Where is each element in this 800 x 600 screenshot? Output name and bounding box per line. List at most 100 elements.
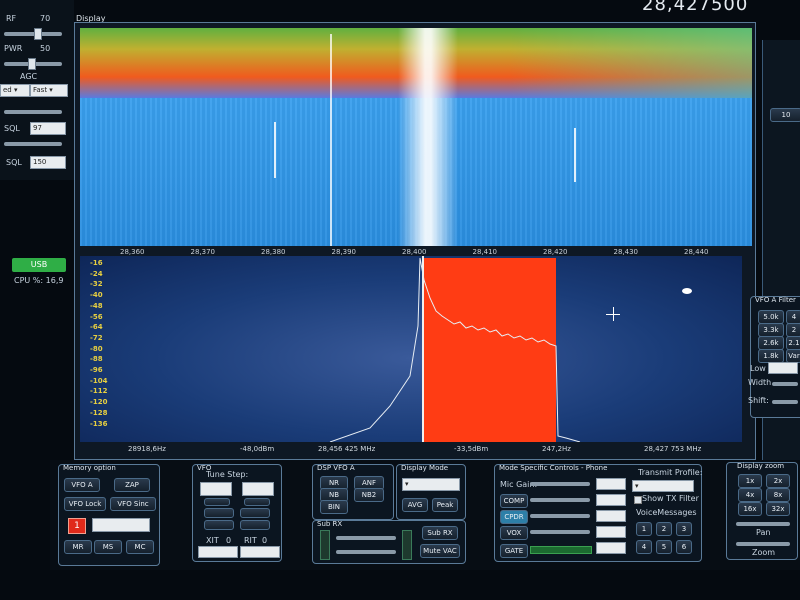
zoom-32x-button[interactable]: 32x [766, 502, 790, 516]
voice-message-4[interactable]: 4 [636, 540, 652, 554]
nb2-button[interactable]: NB2 [354, 488, 384, 502]
comp-slider[interactable] [530, 498, 590, 502]
sql2-input[interactable]: 150 [30, 156, 66, 169]
filter-button-5[interactable]: 2.1 [786, 336, 800, 350]
db-tick: -72 [90, 333, 103, 342]
mic-gain-input[interactable] [596, 478, 626, 490]
vox-slider[interactable] [530, 530, 590, 534]
agc-label: AGC [20, 72, 38, 81]
vfo-blank-button-4[interactable] [240, 520, 270, 530]
rf-value: 70 [40, 14, 51, 23]
waterfall-display[interactable] [80, 28, 752, 246]
zoom-2x-button[interactable]: 2x [766, 474, 790, 488]
filter-low-input[interactable] [768, 362, 798, 374]
status-dbm-2: -33,5dBm [454, 445, 489, 453]
tune-step-spin-2[interactable] [244, 498, 270, 506]
voice-message-2[interactable]: 2 [656, 522, 672, 536]
vfo-blank-button-1[interactable] [204, 508, 234, 518]
ms-button[interactable]: MS [94, 540, 122, 554]
memory-number-badge[interactable]: 1 [68, 518, 86, 534]
filter-shift-slider[interactable] [772, 400, 798, 404]
rf-slider[interactable] [4, 32, 62, 36]
zoom-1x-button[interactable]: 1x [738, 474, 762, 488]
db-tick: -112 [90, 387, 108, 396]
panadapter-display[interactable] [80, 256, 742, 442]
sub-rx-vertical-slider-1[interactable] [320, 530, 330, 560]
transmit-profile-label: Transmit Profile: [638, 468, 703, 477]
agc-mode-select[interactable]: ed ▾ [0, 84, 30, 97]
pan-slider[interactable] [736, 522, 790, 526]
cpdr-slider[interactable] [530, 514, 590, 518]
cpdr-button[interactable]: CPDR [500, 510, 528, 524]
tune-step-input-2[interactable] [242, 482, 274, 496]
agc-slider[interactable] [4, 110, 62, 114]
voice-message-5[interactable]: 5 [656, 540, 672, 554]
zoom-4x-button[interactable]: 4x [738, 488, 762, 502]
gate-meter [530, 546, 592, 554]
tune-step-spin-1[interactable] [204, 498, 230, 506]
mute-vac-button[interactable]: Mute VAC [420, 544, 460, 558]
sub-rx-vertical-slider-2[interactable] [402, 530, 412, 560]
pwr-slider-knob[interactable] [28, 58, 36, 70]
tune-step-input-1[interactable] [200, 482, 232, 496]
vox-input[interactable] [596, 526, 626, 538]
gate-button[interactable]: GATE [500, 544, 528, 558]
frequency-tick: 28,410 [472, 248, 498, 256]
cpdr-input[interactable] [596, 510, 626, 522]
memory-channel-input[interactable] [92, 518, 150, 532]
usb-mode-badge[interactable]: USB [12, 258, 66, 272]
rf-slider-knob[interactable] [34, 28, 42, 40]
sql1-input[interactable]: 97 [30, 122, 66, 135]
vfo-a-button[interactable]: VFO A [64, 478, 100, 492]
zoom-8x-button[interactable]: 8x [766, 488, 790, 502]
zap-button[interactable]: ZAP [114, 478, 150, 492]
voice-message-3[interactable]: 3 [676, 522, 692, 536]
zoom-label: Zoom [752, 548, 776, 557]
sub-rx-slider-1[interactable] [336, 536, 396, 540]
transmit-profile-select[interactable]: ▾ [632, 480, 694, 492]
pan-label: Pan [756, 528, 771, 537]
filter-shift-label: Shift: [748, 396, 769, 405]
sub-rx-slider-2[interactable] [336, 550, 396, 554]
peak-button[interactable]: Peak [432, 498, 458, 512]
comp-button[interactable]: COMP [500, 494, 528, 508]
agc-speed-select[interactable]: Fast ▾ [30, 84, 68, 97]
filter-button-7[interactable]: Var [786, 349, 800, 363]
show-tx-filter-checkbox[interactable] [634, 496, 642, 504]
vox-button[interactable]: VOX [500, 526, 528, 540]
vfo-blank-button-3[interactable] [204, 520, 234, 530]
filter-width-slider[interactable] [772, 382, 798, 386]
db-tick: -104 [90, 376, 108, 385]
sql1-slider[interactable] [4, 142, 62, 146]
vfo-sinc-button[interactable]: VFO Sinc [110, 497, 156, 511]
mr-button[interactable]: MR [64, 540, 92, 554]
vfo-frequency-readout: 28,427500 [642, 0, 749, 15]
bin-button[interactable]: BIN [320, 500, 348, 514]
frequency-tick: 28,360 [120, 248, 145, 256]
sub-rx-button[interactable]: Sub RX [422, 526, 458, 540]
mc-button[interactable]: MC [126, 540, 154, 554]
vfo-lock-button[interactable]: VFO Lock [64, 497, 106, 511]
voice-message-1[interactable]: 1 [636, 522, 652, 536]
filter-button-6[interactable]: 1.8k [758, 349, 784, 363]
xit-input[interactable] [198, 546, 238, 558]
gate-input[interactable] [596, 542, 626, 554]
rit-input[interactable] [240, 546, 280, 558]
filter-button-2[interactable]: 3.3k [758, 323, 784, 337]
comp-input[interactable] [596, 494, 626, 506]
frequency-tick: 28,370 [190, 248, 216, 256]
right-value-box[interactable]: 10 [770, 108, 800, 122]
filter-button-3[interactable]: 2 [786, 323, 800, 337]
zoom-16x-button[interactable]: 16x [738, 502, 762, 516]
filter-button-1[interactable]: 4 [786, 310, 800, 324]
mic-gain-slider[interactable] [530, 482, 590, 486]
avg-button[interactable]: AVG [402, 498, 428, 512]
waterfall-signal-short-right [574, 128, 576, 182]
zoom-slider[interactable] [736, 542, 790, 546]
filter-button-0[interactable]: 5.0k [758, 310, 784, 324]
display-mode-select[interactable]: ▾ [402, 478, 460, 491]
waterfall-right-fade [510, 28, 752, 98]
filter-button-4[interactable]: 2.6k [758, 336, 784, 350]
vfo-blank-button-2[interactable] [240, 508, 270, 518]
voice-message-6[interactable]: 6 [676, 540, 692, 554]
